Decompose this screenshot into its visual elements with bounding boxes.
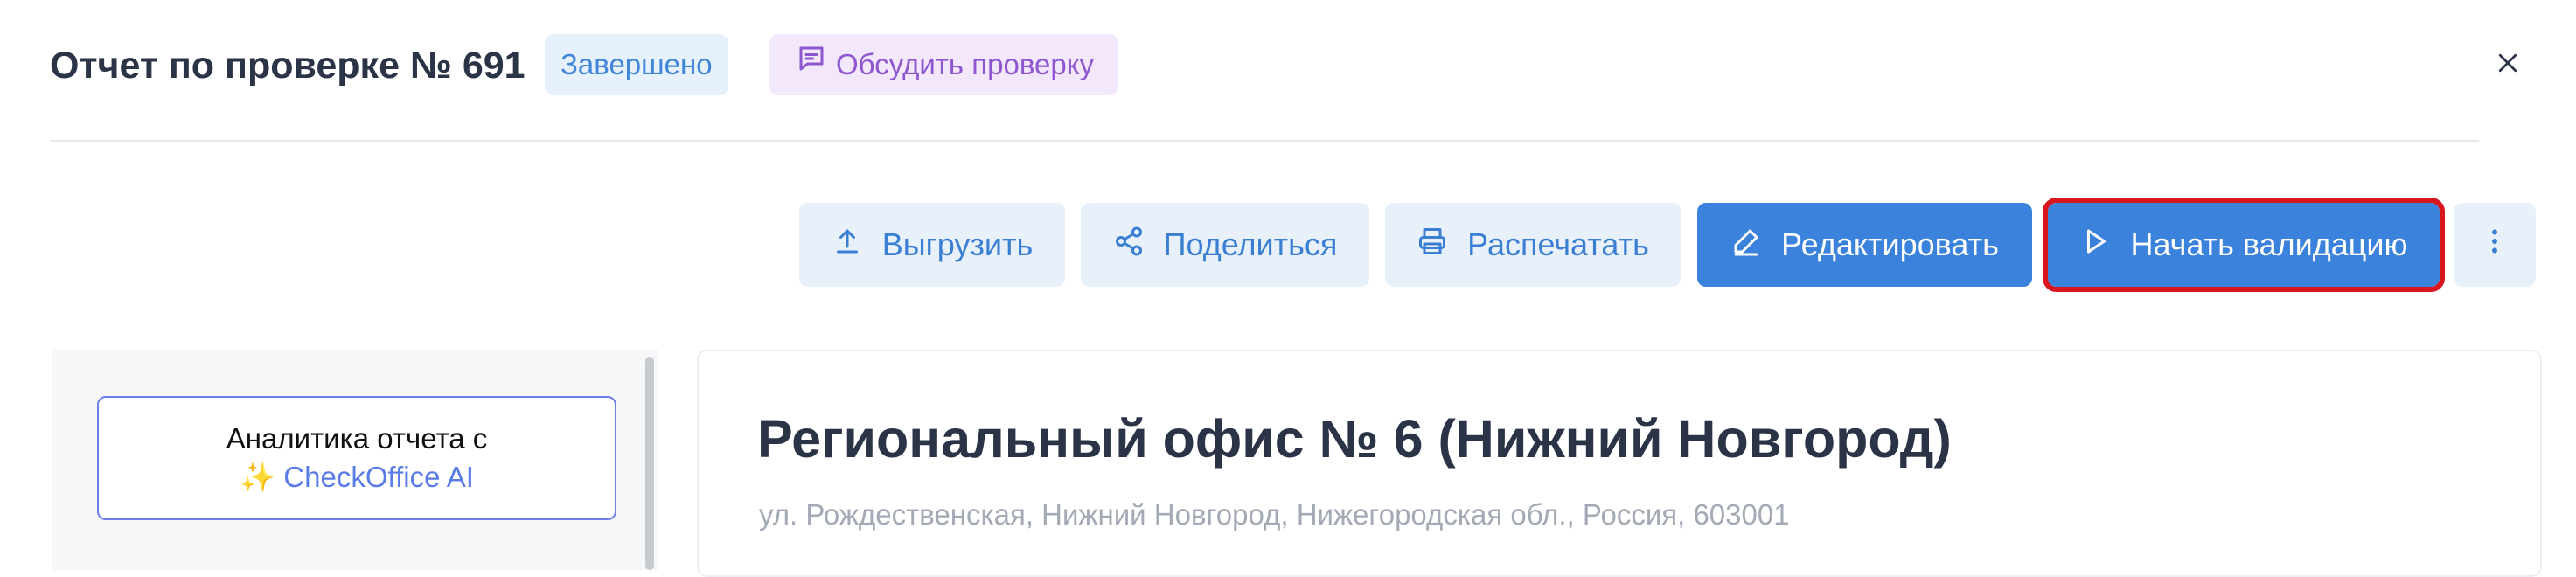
report-title: Отчет по проверке № 691 <box>50 45 526 87</box>
pencil-icon <box>1730 226 1762 265</box>
message-square-icon <box>796 34 827 95</box>
more-options-button[interactable] <box>2454 203 2536 287</box>
status-badge: Завершено <box>545 34 728 95</box>
upload-icon <box>832 226 863 265</box>
sparkles-icon: ✨ <box>240 461 276 493</box>
discuss-button-label: Обсудить проверку <box>836 48 1095 80</box>
office-title: Региональный офис № 6 (Нижний Новгород) <box>757 409 1952 469</box>
edit-button[interactable]: Редактировать <box>1697 203 2032 287</box>
close-icon <box>2495 50 2521 80</box>
header-divider <box>50 140 2479 142</box>
close-button[interactable] <box>2489 45 2527 84</box>
share-button-label: Поделиться <box>1163 226 1338 262</box>
start-validation-button[interactable]: Начать валидацию <box>2043 198 2445 292</box>
more-vertical-icon <box>2479 226 2510 265</box>
share-icon <box>1113 226 1145 265</box>
office-address: ул. Рождественская, Нижний Новгород, Ниж… <box>759 498 1790 531</box>
ai-card-title: Аналитика отчета с <box>226 422 488 455</box>
discuss-button[interactable]: Обсудить проверку <box>769 34 1119 95</box>
share-button[interactable]: Поделиться <box>1081 203 1369 287</box>
print-button-label: Распечатать <box>1467 226 1649 262</box>
sidebar-scrollbar[interactable] <box>645 357 654 570</box>
ai-card-brand-line: ✨ CheckOffice AI <box>240 458 474 497</box>
export-button-label: Выгрузить <box>881 226 1034 262</box>
ai-analytics-card[interactable]: Аналитика отчета с ✨ CheckOffice AI <box>97 396 616 520</box>
printer-icon <box>1417 226 1448 265</box>
start-validation-button-label: Начать валидацию <box>2130 226 2408 262</box>
ai-brand-name: CheckOffice AI <box>283 461 474 493</box>
print-button[interactable]: Распечатать <box>1385 203 1681 287</box>
edit-button-label: Редактировать <box>1781 226 1999 262</box>
play-icon <box>2079 226 2111 265</box>
export-button[interactable]: Выгрузить <box>799 203 1065 287</box>
